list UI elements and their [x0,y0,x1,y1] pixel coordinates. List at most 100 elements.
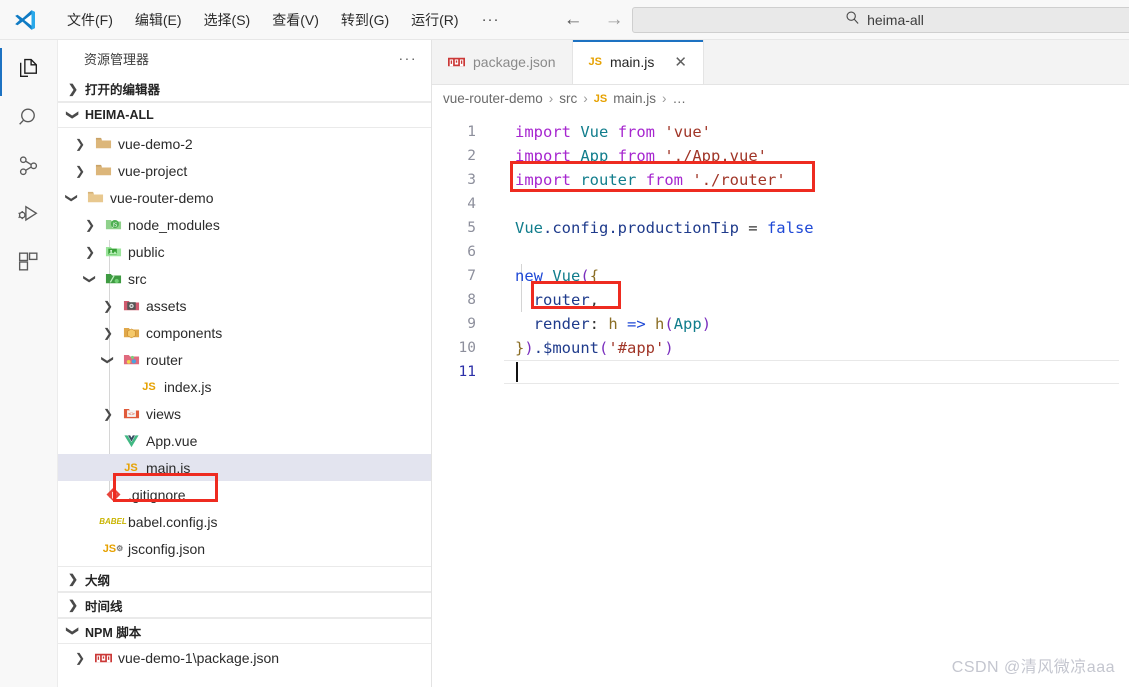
chevron-right-icon[interactable]: ❯ [100,299,116,313]
tree-row-src[interactable]: ❯ src [58,265,431,292]
activity-explorer[interactable] [0,48,58,96]
line-number: 9 [467,316,476,332]
tab-main-js[interactable]: JS main.js ✕ [572,40,704,84]
line-content[interactable]: router, [490,291,599,309]
line-content[interactable]: import Vue from 'vue' [490,123,711,141]
folder-router-icon [122,351,140,369]
folder-public-icon [104,243,122,261]
chevron-down-icon: ❯ [66,625,80,637]
chevron-down-icon[interactable]: ❯ [65,190,79,206]
chevron-right-icon[interactable]: ❯ [82,245,98,259]
line-content[interactable]: render: h => h(App) [490,315,711,333]
activity-run-debug[interactable] [0,192,58,240]
section-outline[interactable]: ❯ 大纲 [58,566,431,592]
line-number: 1 [467,124,476,140]
menu-selection[interactable]: 选择(S) [193,7,262,33]
code-line: 5 Vue.config.productionTip = false [432,216,1129,240]
tree-label: vue-router-demo [110,189,214,206]
js-file-icon: JS [593,92,608,105]
section-npm-scripts-label: NPM 脚本 [85,625,142,640]
section-heima-all[interactable]: ❯ HEIMA-ALL [58,102,431,128]
tree-row-jsconfig[interactable]: JS ⚙ jsconfig.json [58,535,431,562]
tree-label: router [146,351,183,368]
section-npm-scripts[interactable]: ❯ NPM 脚本 [58,618,431,644]
tree-row-router[interactable]: ❯ router [58,346,431,373]
tree-row-vue-project[interactable]: ❯ vue-project [58,157,431,184]
file-tree: ❯ vue-demo-2 ❯ vue-project ❯ vue-router-… [58,128,431,562]
tree-row-app-vue[interactable]: App.vue [58,427,431,454]
line-number: 6 [467,244,476,260]
code-line: 9 render: h => h(App) [432,312,1129,336]
tree-label: vue-project [118,162,188,179]
chevron-down-icon[interactable]: ❯ [83,271,97,287]
activity-extensions[interactable] [0,240,58,288]
tab-label: main.js [609,54,655,70]
folder-components-icon [122,324,140,342]
line-content[interactable]: }).$mount('#app') [490,339,674,357]
npm-script-row[interactable]: ❯ vue-demo-1\package.json [58,644,431,671]
breadcrumb-item-src[interactable]: src [559,91,577,106]
tree-row-vue-router-demo[interactable]: ❯ vue-router-demo [58,184,431,211]
tree-label: assets [146,297,187,314]
npm-script-label: vue-demo-1\package.json [118,649,280,666]
search-icon [16,105,41,135]
chevron-right-icon[interactable]: ❯ [100,326,116,340]
breadcrumb-separator: › [662,91,667,106]
line-number: 11 [458,364,476,380]
tree-row-node-modules[interactable]: ❯ JS node_modules [58,211,431,238]
code-editor[interactable]: 1 import Vue from 'vue' 2 import App fro… [432,112,1129,384]
breadcrumb-item-symbols[interactable]: … [673,91,687,106]
code-line: 6 [432,240,1129,264]
explorer-more-actions-button[interactable]: ··· [399,50,418,66]
tree-row-gitignore[interactable]: .gitignore [58,481,431,508]
tree-row-public[interactable]: ❯ public [58,238,431,265]
command-search-bar[interactable]: heima-all [632,7,1129,33]
folder-icon [94,135,112,153]
search-input[interactable]: heima-all [867,12,924,28]
tree-row-babel-config[interactable]: BABEL babel.config.js [58,508,431,535]
line-content[interactable]: Vue.config.productionTip = false [490,219,814,237]
text-cursor [516,362,518,382]
menu-file[interactable]: 文件(F) [56,7,124,33]
forward-arrow-icon[interactable]: → [605,10,624,29]
chevron-right-icon[interactable]: ❯ [72,651,88,665]
chevron-right-icon[interactable]: ❯ [82,218,98,232]
tree-row-main-js[interactable]: JS main.js [58,454,431,481]
line-content[interactable]: import App from './App.vue' [490,147,767,165]
line-number: 5 [467,220,476,236]
menu-edit[interactable]: 编辑(E) [124,7,193,33]
chevron-down-icon: ❯ [66,109,80,121]
line-content[interactable]: new Vue({ [490,267,599,285]
menu-more-button[interactable]: ··· [470,9,512,30]
section-open-editors-label: 打开的编辑器 [85,83,161,97]
tree-row-assets[interactable]: ❯ assets [58,292,431,319]
tree-row-index-js[interactable]: JS index.js [58,373,431,400]
tree-row-vue-demo-2[interactable]: ❯ vue-demo-2 [58,130,431,157]
section-timeline[interactable]: ❯ 时间线 [58,592,431,618]
tree-row-components[interactable]: ❯ components [58,319,431,346]
chevron-right-icon[interactable]: ❯ [72,137,88,151]
menu-run[interactable]: 运行(R) [400,7,469,33]
back-arrow-icon[interactable]: ← [564,10,583,29]
activity-source-control[interactable] [0,144,58,192]
section-open-editors[interactable]: ❯ 打开的编辑器 [58,76,431,102]
breadcrumb-item-project[interactable]: vue-router-demo [443,91,543,106]
menu-goto[interactable]: 转到(G) [330,7,400,33]
current-line-highlight [504,360,1119,384]
svg-text:<>: <> [128,411,135,417]
activity-search[interactable] [0,96,58,144]
menu-view[interactable]: 查看(V) [261,7,330,33]
breadcrumb-item-file[interactable]: main.js [613,91,656,106]
js-file-icon: JS [142,380,156,393]
tab-package-json[interactable]: package.json [432,40,573,84]
npm-icon [448,54,465,70]
js-file-icon: JS [124,461,138,474]
chevron-right-icon[interactable]: ❯ [100,407,116,421]
line-content[interactable]: import router from './router' [490,171,786,189]
chevron-right-icon[interactable]: ❯ [72,164,88,178]
tree-row-views[interactable]: ❯ <> views [58,400,431,427]
close-icon[interactable]: ✕ [674,53,687,71]
chevron-down-icon[interactable]: ❯ [101,352,115,368]
tree-label: index.js [164,378,212,395]
tree-label: .gitignore [128,486,186,503]
